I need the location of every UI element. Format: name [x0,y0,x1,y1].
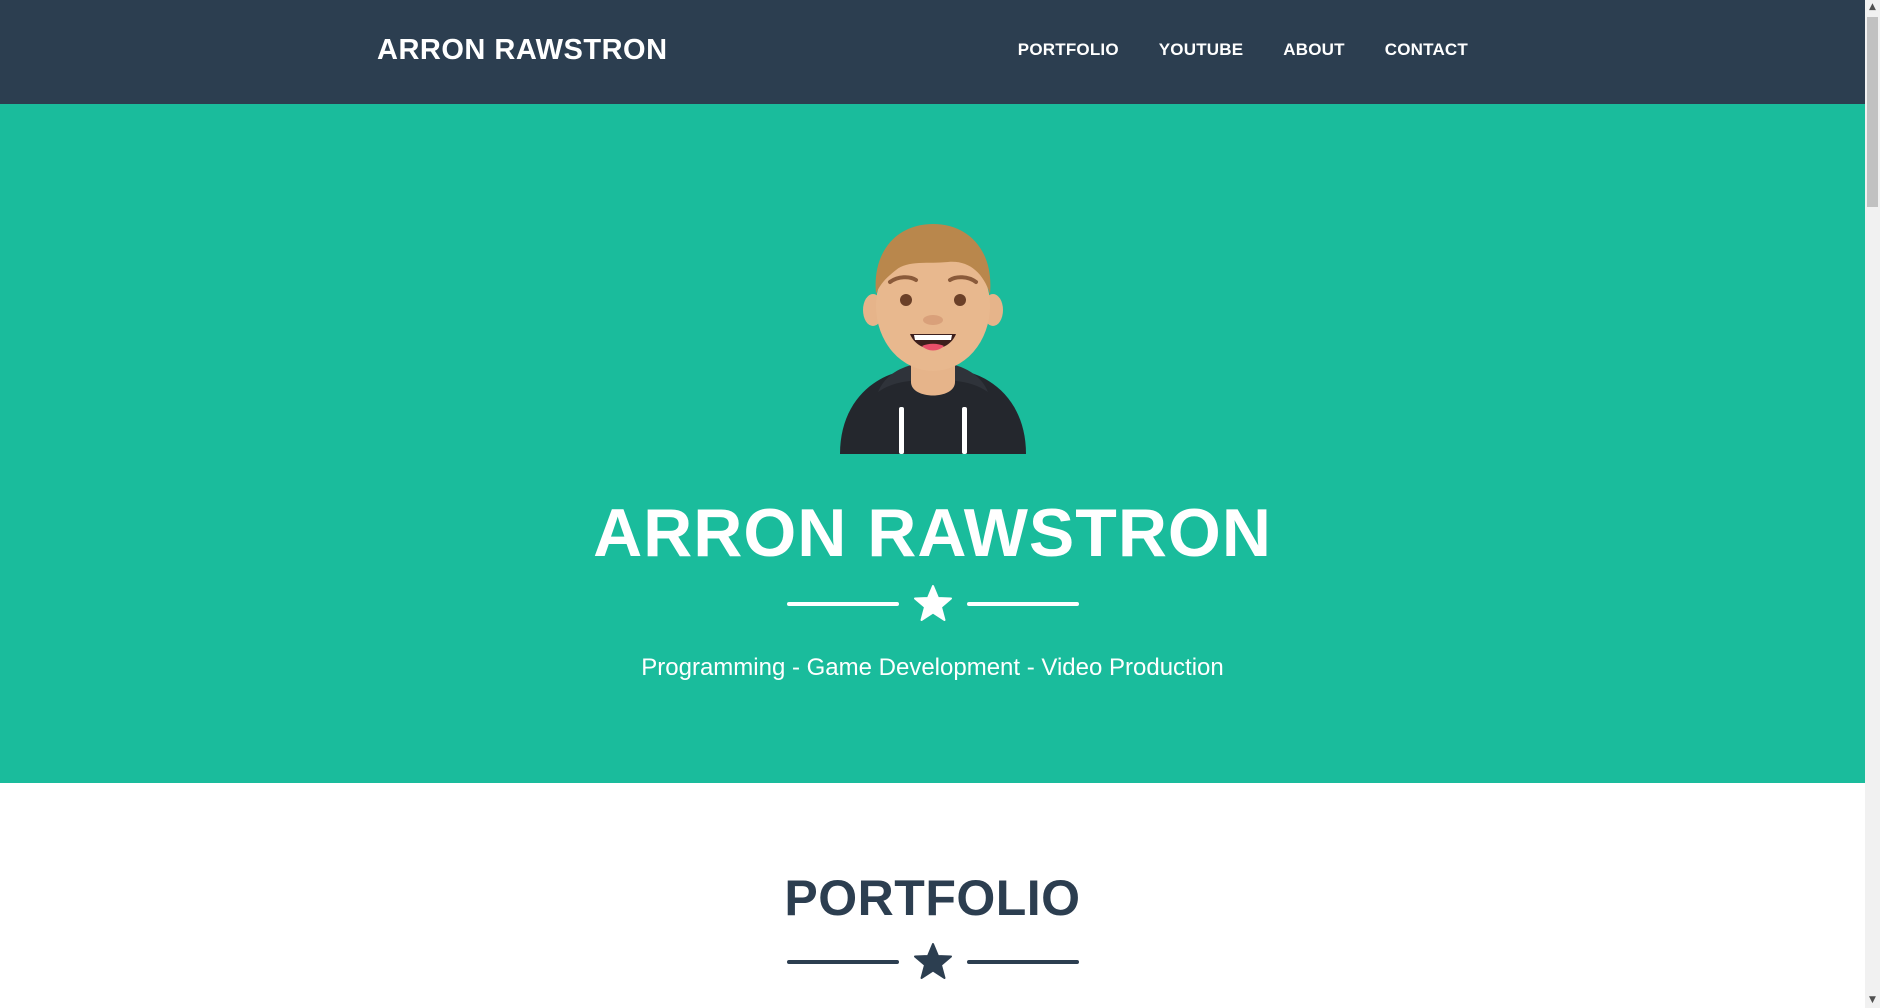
scroll-up-arrow-icon[interactable]: ▲ [1865,0,1880,15]
nav-menu: PORTFOLIO YOUTUBE ABOUT CONTACT [1018,40,1468,60]
divider-line-right [967,602,1079,606]
nav-link-youtube[interactable]: YOUTUBE [1159,40,1244,60]
hero-subtitle: Programming - Game Development - Video P… [641,654,1224,681]
portfolio-title: PORTFOLIO [784,870,1081,926]
star-icon [914,585,952,621]
nav-link-contact[interactable]: CONTACT [1385,40,1468,60]
hero-divider [787,584,1079,624]
divider-line-left [787,602,899,606]
page: ARRON RAWSTRON PORTFOLIO YOUTUBE ABOUT C… [0,0,1865,1008]
hero-title: ARRON RAWSTRON [593,495,1272,571]
nav-link-portfolio[interactable]: PORTFOLIO [1018,40,1119,60]
brand-link[interactable]: ARRON RAWSTRON [377,34,668,67]
vertical-scrollbar[interactable]: ▲ ▼ [1865,0,1880,1008]
portfolio-divider [787,942,1079,982]
scrollbar-thumb[interactable] [1867,17,1878,207]
hero-section: ARRON RAWSTRON Programming - Game Develo… [0,104,1865,783]
avatar-image [840,224,1026,454]
scroll-down-arrow-icon[interactable]: ▼ [1865,993,1880,1008]
divider-line-left [787,960,899,964]
star-icon [914,943,952,979]
navbar: ARRON RAWSTRON PORTFOLIO YOUTUBE ABOUT C… [0,0,1865,104]
divider-line-right [967,960,1079,964]
nav-link-about[interactable]: ABOUT [1283,40,1344,60]
